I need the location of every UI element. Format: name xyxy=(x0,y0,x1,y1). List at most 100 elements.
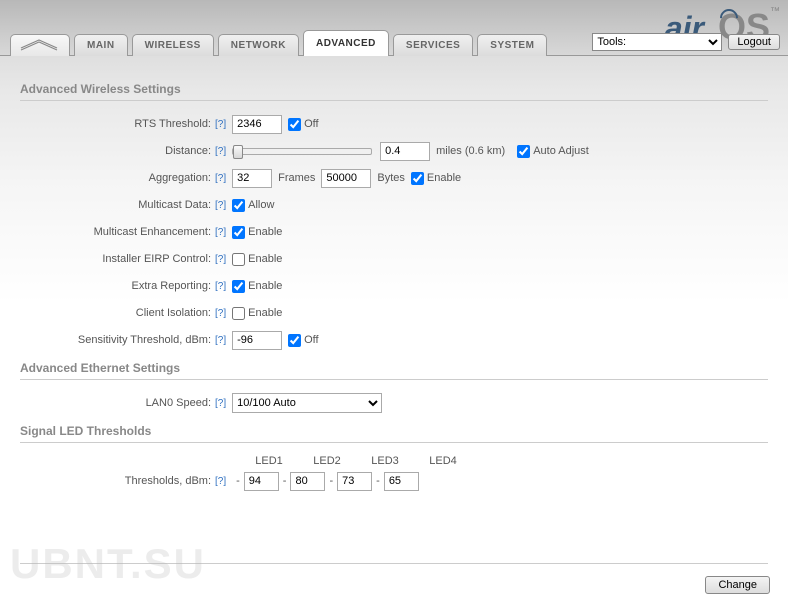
checkbox-extra-report[interactable] xyxy=(232,280,245,293)
tab-system[interactable]: SYSTEM xyxy=(477,34,547,56)
label-miles: miles (0.6 km) xyxy=(436,145,505,157)
label-enable: Enable xyxy=(248,307,282,319)
logout-button[interactable]: Logout xyxy=(728,34,780,50)
input-led2[interactable] xyxy=(290,472,325,491)
dash: - xyxy=(376,475,380,487)
input-distance[interactable] xyxy=(380,142,430,161)
help-icon[interactable]: [?] xyxy=(215,200,226,211)
help-icon[interactable]: [?] xyxy=(215,308,226,319)
label-allow: Allow xyxy=(248,199,274,211)
help-icon[interactable]: [?] xyxy=(215,476,226,487)
checkbox-eirp[interactable] xyxy=(232,253,245,266)
tab-advanced[interactable]: ADVANCED xyxy=(303,30,389,56)
distance-slider[interactable] xyxy=(232,148,372,155)
led3-head: LED3 xyxy=(356,455,414,467)
help-icon[interactable]: [?] xyxy=(215,254,226,265)
section-ethernet-title: Advanced Ethernet Settings xyxy=(20,361,768,375)
wifi-icon xyxy=(706,9,720,23)
tab-main[interactable]: MAIN xyxy=(74,34,128,56)
label-eirp: Installer EIRP Control: xyxy=(20,253,215,265)
logo-tm: ™ xyxy=(770,6,780,17)
led-inputs: - - - - xyxy=(232,472,419,491)
led2-head: LED2 xyxy=(298,455,356,467)
row-multicast-enh: Multicast Enhancement: [?] Enable xyxy=(20,221,768,243)
dash: - xyxy=(329,475,333,487)
label-multicast-data: Multicast Data: xyxy=(20,199,215,211)
tab-home-icon[interactable] xyxy=(10,34,70,56)
watermark: UBNT.SU xyxy=(10,540,206,588)
label-auto-adjust: Auto Adjust xyxy=(533,145,589,157)
led4-head: LED4 xyxy=(414,455,472,467)
label-enable: Enable xyxy=(427,172,461,184)
divider xyxy=(20,379,768,380)
checkbox-multicast-enh[interactable] xyxy=(232,226,245,239)
help-icon[interactable]: [?] xyxy=(215,227,226,238)
select-lan0[interactable]: 10/100 Auto xyxy=(232,393,382,413)
row-led-thresholds: Thresholds, dBm: [?] - - - - xyxy=(20,470,768,492)
checkbox-agg-enable[interactable] xyxy=(411,172,424,185)
label-enable: Enable xyxy=(248,226,282,238)
label-enable: Enable xyxy=(248,253,282,265)
label-frames: Frames xyxy=(278,172,315,184)
change-button[interactable]: Change xyxy=(705,576,770,594)
checkbox-client-iso[interactable] xyxy=(232,307,245,320)
help-icon[interactable]: [?] xyxy=(215,281,226,292)
header: airOS™ MAIN WIRELESS NETWORK ADVANCED SE… xyxy=(0,0,788,56)
tab-services[interactable]: SERVICES xyxy=(393,34,473,56)
antenna-icon xyxy=(19,38,59,52)
label-client-iso: Client Isolation: xyxy=(20,307,215,319)
divider xyxy=(20,100,768,101)
row-sensitivity: Sensitivity Threshold, dBm: [?] Off xyxy=(20,329,768,351)
checkbox-multicast-allow[interactable] xyxy=(232,199,245,212)
help-icon[interactable]: [?] xyxy=(215,146,226,157)
divider xyxy=(20,442,768,443)
input-led4[interactable] xyxy=(384,472,419,491)
led1-head: LED1 xyxy=(240,455,298,467)
section-led-title: Signal LED Thresholds xyxy=(20,424,768,438)
row-rts: RTS Threshold: [?] Off xyxy=(20,113,768,135)
slider-handle[interactable] xyxy=(233,145,243,159)
input-agg-bytes[interactable] xyxy=(321,169,371,188)
led-headers: LED1 LED2 LED3 LED4 xyxy=(240,455,768,467)
label-off: Off xyxy=(304,334,318,346)
tab-network[interactable]: NETWORK xyxy=(218,34,299,56)
content: Advanced Wireless Settings RTS Threshold… xyxy=(0,56,788,513)
label-aggregation: Aggregation: xyxy=(20,172,215,184)
help-icon[interactable]: [?] xyxy=(215,398,226,409)
input-led3[interactable] xyxy=(337,472,372,491)
bottom-divider xyxy=(20,563,768,564)
dash: - xyxy=(236,475,240,487)
row-distance: Distance: [?] miles (0.6 km) Auto Adjust xyxy=(20,140,768,162)
label-extra-report: Extra Reporting: xyxy=(20,280,215,292)
label-off: Off xyxy=(304,118,318,130)
checkbox-sensitivity-off[interactable] xyxy=(288,334,301,347)
dash: - xyxy=(283,475,287,487)
row-client-iso: Client Isolation: [?] Enable xyxy=(20,302,768,324)
input-agg-frames[interactable] xyxy=(232,169,272,188)
label-thresholds: Thresholds, dBm: xyxy=(20,475,215,487)
tab-bar: MAIN WIRELESS NETWORK ADVANCED SERVICES … xyxy=(10,30,551,56)
help-icon[interactable]: [?] xyxy=(215,335,226,346)
input-rts[interactable] xyxy=(232,115,282,134)
label-distance: Distance: xyxy=(20,145,215,157)
row-lan0: LAN0 Speed: [?] 10/100 Auto xyxy=(20,392,768,414)
top-controls: Tools: Logout xyxy=(592,33,780,51)
section-wireless-title: Advanced Wireless Settings xyxy=(20,82,768,96)
row-extra-report: Extra Reporting: [?] Enable xyxy=(20,275,768,297)
label-enable: Enable xyxy=(248,280,282,292)
checkbox-auto-adjust[interactable] xyxy=(517,145,530,158)
row-multicast-data: Multicast Data: [?] Allow xyxy=(20,194,768,216)
checkbox-rts-off[interactable] xyxy=(288,118,301,131)
tab-wireless[interactable]: WIRELESS xyxy=(132,34,214,56)
tools-select[interactable]: Tools: xyxy=(592,33,722,51)
help-icon[interactable]: [?] xyxy=(215,173,226,184)
help-icon[interactable]: [?] xyxy=(215,119,226,130)
label-bytes: Bytes xyxy=(377,172,405,184)
row-aggregation: Aggregation: [?] Frames Bytes Enable xyxy=(20,167,768,189)
label-lan0: LAN0 Speed: xyxy=(20,397,215,409)
input-sensitivity[interactable] xyxy=(232,331,282,350)
label-rts: RTS Threshold: xyxy=(20,118,215,130)
input-led1[interactable] xyxy=(244,472,279,491)
label-sensitivity: Sensitivity Threshold, dBm: xyxy=(20,334,215,346)
label-multicast-enh: Multicast Enhancement: xyxy=(20,226,215,238)
